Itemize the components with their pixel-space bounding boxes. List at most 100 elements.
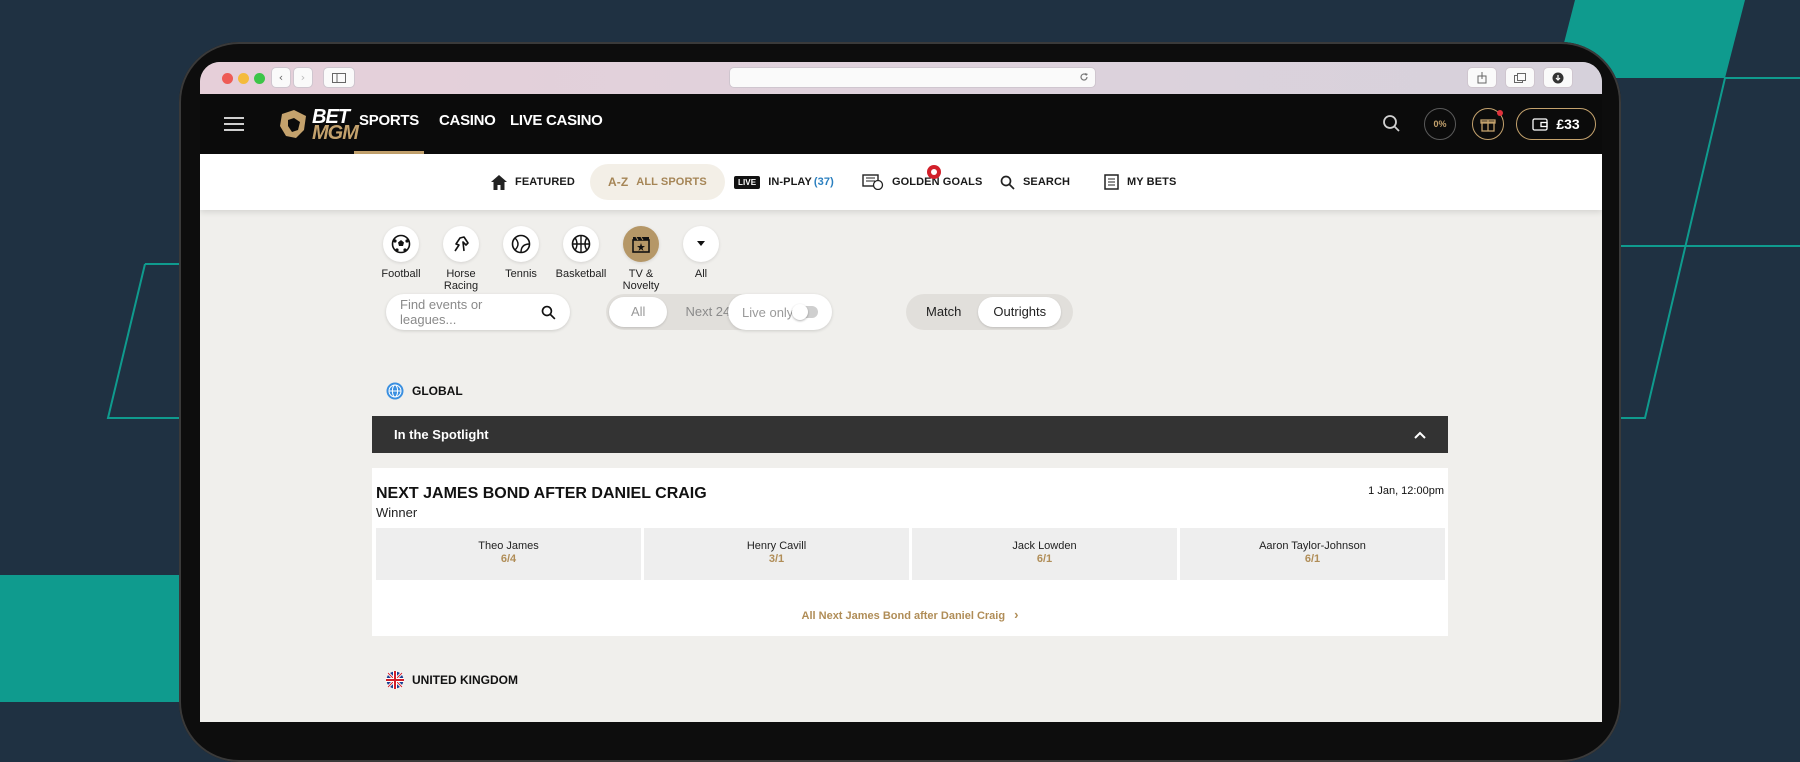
az-icon: A-Z [608, 175, 629, 189]
football-icon [383, 226, 419, 262]
spotlight-title: In the Spotlight [394, 427, 489, 442]
top-navigation: BET MGM SPORTS CASINO LIVE CASINO 0% £33 [200, 94, 1602, 154]
uk-flag-icon [386, 671, 404, 689]
live-only-toggle[interactable]: Live only [728, 294, 832, 330]
maximize-window-dot[interactable] [254, 73, 265, 84]
region-uk-label: UNITED KINGDOM [412, 673, 518, 687]
subnav-my-bets[interactable]: MY BETS [1104, 164, 1176, 200]
subnav-featured-label: FEATURED [515, 176, 575, 188]
bet-slip-icon [1104, 174, 1119, 190]
sport-label: TV & Novelty [622, 268, 660, 292]
chevron-right-icon: › [1014, 607, 1019, 622]
tabs-icon [1514, 72, 1526, 83]
selection-button[interactable]: Aaron Taylor-Johnson 6/1 [1180, 528, 1445, 580]
all-markets-link[interactable]: All Next James Bond after Daniel Craig › [372, 607, 1448, 622]
balance-amount: £33 [1556, 116, 1580, 132]
live-only-label: Live only [742, 304, 794, 320]
selection-price: 6/1 [1036, 553, 1053, 565]
selection-button[interactable]: Henry Cavill 3/1 [644, 528, 909, 580]
sport-basketball[interactable]: Basketball [551, 226, 611, 280]
forward-button[interactable]: › [294, 68, 312, 87]
selection-name: Henry Cavill [746, 540, 807, 552]
sport-all[interactable]: All [671, 226, 731, 280]
subnav-search-label: SEARCH [1023, 176, 1071, 188]
sport-label: Basketball [555, 268, 607, 280]
nav-live-casino[interactable]: LIVE CASINO [510, 94, 603, 154]
browser-screen: ‹ › BET MGM SPORTS CASINO LIVE CASINO 0%… [200, 62, 1602, 722]
tabs-button[interactable] [1506, 68, 1534, 87]
sport-tv-novelty[interactable]: TV & Novelty [611, 226, 671, 292]
in-play-count: (37) [813, 176, 834, 188]
rewards-button[interactable] [1472, 108, 1504, 140]
selection-name: Aaron Taylor-Johnson [1259, 540, 1366, 552]
event-time: 1 Jan, 12:00pm [1368, 485, 1444, 497]
filter-all[interactable]: All [609, 297, 668, 327]
search-icon [541, 305, 556, 320]
download-icon [1552, 72, 1564, 83]
sport-label: All [694, 268, 708, 280]
selection-price: 6/1 [1304, 553, 1321, 565]
event-search-input[interactable]: Find events or leagues... [386, 294, 570, 330]
selection-button[interactable]: Theo James 6/4 [376, 528, 641, 580]
search-icon[interactable] [1382, 114, 1402, 134]
spotlight-section-header[interactable]: In the Spotlight [372, 416, 1448, 453]
toggle-switch[interactable] [792, 304, 818, 320]
address-bar[interactable] [730, 68, 1095, 87]
close-window-dot[interactable] [222, 73, 233, 84]
progress-indicator[interactable]: 0% [1424, 108, 1456, 140]
filter-outrights[interactable]: Outrights [978, 297, 1062, 327]
wallet-icon [1532, 117, 1548, 131]
nav-sports[interactable]: SPORTS [354, 94, 424, 154]
region-global-label: GLOBAL [412, 384, 463, 398]
sidebar-toggle-button[interactable] [324, 68, 354, 87]
event-market: Winner [376, 505, 418, 520]
share-button[interactable] [1468, 68, 1496, 87]
sport-label: Tennis [505, 268, 537, 280]
nav-casino[interactable]: CASINO [439, 94, 496, 154]
region-global-header: GLOBAL [386, 382, 463, 400]
region-uk-header: UNITED KINGDOM [386, 671, 518, 689]
subnav-search[interactable]: SEARCH [1000, 164, 1070, 200]
golden-goals-icon [862, 174, 884, 190]
chevron-up-icon[interactable] [1414, 431, 1426, 439]
chevron-down-icon [683, 226, 719, 262]
market-type-toggle: Match Outrights [906, 294, 1073, 330]
back-button[interactable]: ‹ [272, 68, 290, 87]
event-title[interactable]: NEXT JAMES BOND AFTER DANIEL CRAIG [376, 485, 707, 503]
sport-horse-racing[interactable]: Horse Racing [431, 226, 491, 292]
share-icon [1477, 71, 1487, 83]
selection-name: Jack Lowden [1012, 540, 1077, 552]
search-placeholder: Find events or leagues... [400, 297, 483, 327]
basketball-icon [563, 226, 599, 262]
wallet-balance-button[interactable]: £33 [1516, 108, 1596, 140]
selection-price: 3/1 [768, 553, 785, 565]
sidebar-icon [332, 72, 346, 83]
subnav-my-bets-label: MY BETS [1127, 176, 1177, 188]
filter-match[interactable]: Match [909, 297, 978, 327]
selection-button[interactable]: Jack Lowden 6/1 [912, 528, 1177, 580]
gift-icon [1480, 119, 1496, 132]
tennis-icon [503, 226, 539, 262]
reload-icon[interactable] [1079, 72, 1089, 82]
menu-icon[interactable] [224, 114, 244, 134]
minimize-window-dot[interactable] [238, 73, 249, 84]
betmgm-logo[interactable]: BET MGM [278, 106, 359, 144]
subnav-featured[interactable]: FEATURED [491, 164, 575, 200]
sports-subnav: FEATURED A-Z ALL SPORTS LIVE IN-PLAY (37… [200, 154, 1602, 210]
tv-icon [623, 226, 659, 262]
selection-name: Theo James [478, 540, 539, 552]
horse-icon [443, 226, 479, 262]
subnav-in-play-label: IN-PLAY [768, 176, 812, 188]
subnav-all-sports[interactable]: A-Z ALL SPORTS [590, 164, 725, 200]
home-icon [491, 174, 507, 190]
event-card: NEXT JAMES BOND AFTER DANIEL CRAIG Winne… [372, 468, 1448, 636]
browser-toolbar: ‹ › [200, 62, 1602, 94]
subnav-in-play[interactable]: LIVE IN-PLAY (37) [734, 164, 834, 200]
sport-football[interactable]: Football [371, 226, 431, 280]
live-badge: LIVE [734, 175, 761, 189]
search-icon [1000, 175, 1015, 190]
sport-tennis[interactable]: Tennis [491, 226, 551, 280]
downloads-button[interactable] [1544, 68, 1572, 87]
subnav-golden-goals[interactable]: GOLDEN GOALS [862, 164, 982, 200]
sport-label: Football [381, 268, 421, 280]
